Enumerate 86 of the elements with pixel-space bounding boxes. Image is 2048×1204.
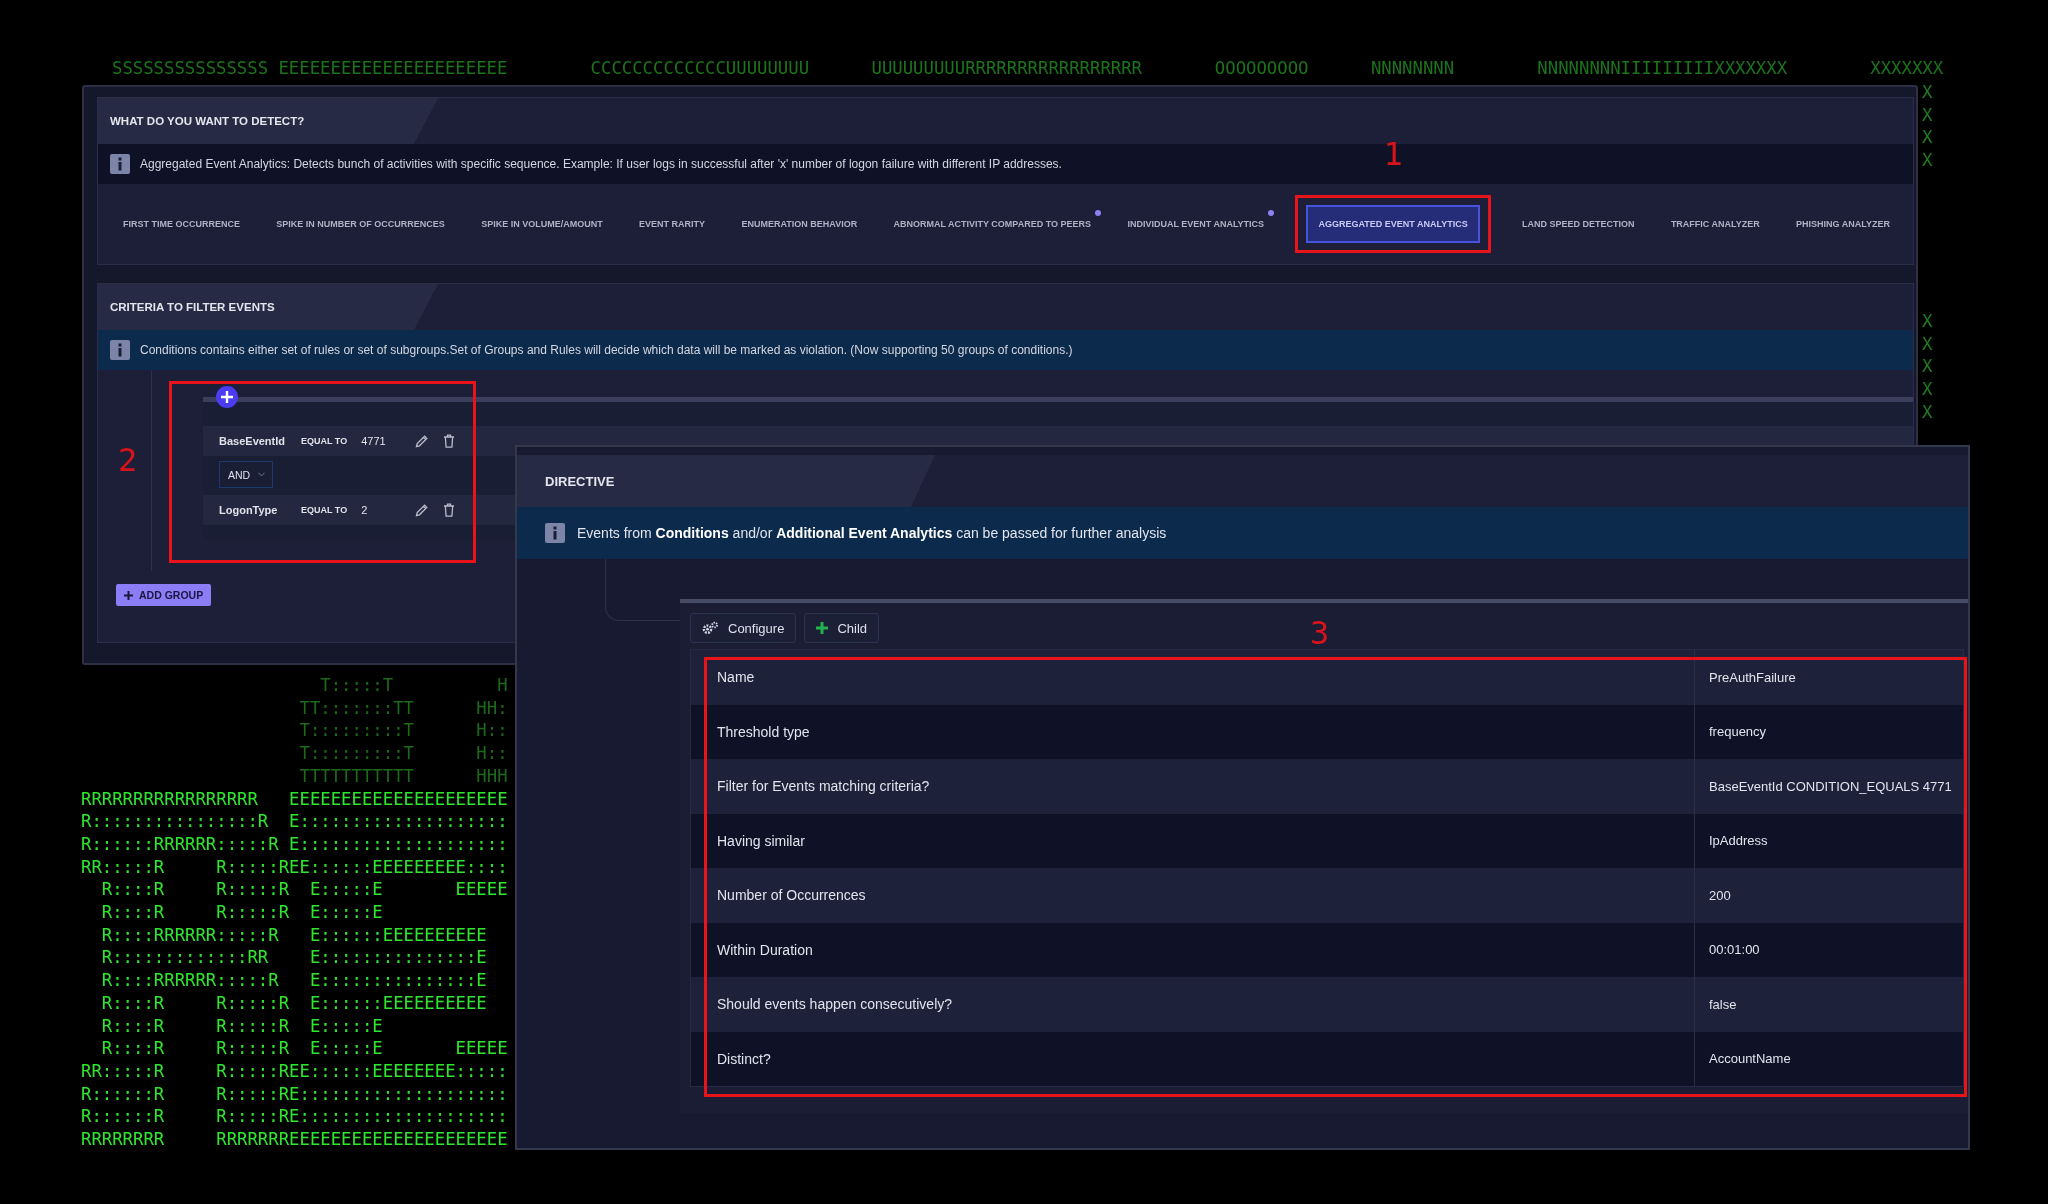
delete-icon[interactable] — [443, 503, 456, 517]
rule-value: 2 — [361, 504, 369, 516]
table-cell: PreAuthFailure — [1694, 650, 1963, 705]
add-group-button[interactable]: ADD GROUP — [116, 584, 212, 606]
tab[interactable]: SPIKE IN NUMBER OF OCCURRENCES — [271, 207, 450, 241]
logic-dropdown[interactable]: AND — [219, 461, 273, 488]
tab[interactable]: FIRST TIME OCCURRENCE — [118, 207, 245, 241]
table-cell-text: Name — [716, 668, 756, 688]
edit-icon[interactable] — [415, 503, 430, 517]
info-text: Events from Conditions and/or Additional Event Analytics can be passed for further analysis — [577, 525, 1167, 541]
table-cell: 200 — [1694, 868, 1963, 923]
ascii-art-line: X — [1922, 378, 1933, 401]
table-cell-text: Number of Occurrences — [716, 886, 867, 906]
ascii-art-line: R::::RRRRRR:::::R E:::::::::::::::E — [100, 969, 487, 992]
ascii-art-line: TTTTTTTTTTT HHH — [298, 764, 508, 788]
ascii-art-line: X — [1922, 149, 1933, 172]
tab[interactable]: ENUMERATION BEHAVIOR — [736, 207, 863, 241]
info-text: Aggregated Event Analytics: Detects bunch of activities with specific sequence. Example: If user logs in successful after 'x' number of logon failure with different IP addresses. — [140, 157, 1062, 171]
table-cell: false — [1694, 977, 1963, 1032]
info-icon — [110, 340, 130, 360]
callout-number: 2 — [118, 444, 138, 476]
ascii-art-line: R::::::R R:::::RE:::::::::::::::::::: — [81, 1105, 508, 1129]
table-cell-text: Filter for Events matching criteria? — [716, 777, 931, 797]
table-cell-text: Should events happen consecutively? — [716, 995, 954, 1015]
rule-operator: EQUAL TO — [301, 436, 348, 446]
ascii-art-line: R::::::R R:::::RE:::::::::::::::::::: — [81, 1082, 508, 1106]
ascii-art-line: X — [1922, 103, 1933, 127]
ascii-art-line: R::::R R:::::R E:::::E EEEEE — [100, 1037, 508, 1060]
section-title: DIRECTIVE — [517, 455, 935, 507]
info-icon — [545, 523, 565, 543]
ascii-art-line: R::::RRRRRR:::::R E::::::EEEEEEEEEE — [100, 923, 487, 947]
rule-field: BaseEventId — [219, 435, 287, 447]
ascii-art-line: T:::::::::T H:: — [298, 719, 508, 743]
ascii-art-line: RR:::::R R:::::REE::::::EEEEEEEEE:::: — [81, 855, 508, 879]
tab[interactable]: SPIKE IN VOLUME/AMOUNT — [476, 207, 608, 241]
table-cell-text: Distinct? — [716, 1049, 772, 1069]
info-text: Conditions contains either set of rules or set of subgroups.Set of Groups and Rules will decide which data will be marked as violation. (Now supporting 50 groups of conditions.) — [140, 343, 1073, 357]
table-cell-text: Having similar — [716, 831, 806, 851]
ascii-art-line: X — [1922, 400, 1933, 424]
ascii-art-line: RRRRRRRR RRRRRRREEEEEEEEEEEEEEEEEEEEE — [81, 1128, 508, 1151]
section-title: WHAT DO YOU WANT TO DETECT? — [98, 98, 438, 144]
ascii-art-line: X — [1922, 310, 1933, 333]
edit-icon[interactable] — [415, 434, 430, 448]
toolbar-button[interactable]: Configure — [690, 613, 797, 643]
plus-icon — [816, 622, 829, 634]
section-title: CRITERIA TO FILTER EVENTS — [98, 284, 438, 330]
ascii-art-line: R::::R R:::::R E:::::E EEEEE — [100, 878, 508, 902]
add-rule-button[interactable] — [216, 386, 238, 408]
ascii-art-line: R::::::RRRRRR:::::R E:::::::::::::::::::: — [81, 832, 508, 856]
ascii-art-line: X — [1922, 332, 1933, 356]
ascii-art-line: T:::::T H — [319, 674, 508, 697]
ascii-art-line: R::::R R:::::R E:::::E — [100, 1014, 383, 1038]
table-cell: BaseEventId CONDITION_EQUALS 4771 — [1694, 759, 1963, 814]
tab[interactable]: INDIVIDUAL EVENT ANALYTICS — [1122, 207, 1270, 241]
ascii-art-line: R::::R R:::::R E::::::EEEEEEEEEE — [100, 991, 487, 1015]
tab[interactable]: LAND SPEED DETECTION — [1517, 207, 1640, 241]
info-icon — [110, 154, 130, 174]
plus-icon — [124, 590, 133, 600]
ascii-art-line: T:::::::::T H:: — [298, 742, 508, 765]
rule-operator: EQUAL TO — [301, 505, 348, 515]
tab[interactable]: ABNORMAL ACTIVITY COMPARED TO PEERS — [888, 207, 1097, 241]
ascii-art-line: R::::::::::::::::R E:::::::::::::::::::: — [81, 810, 508, 833]
ascii-art-line: RR:::::R R:::::REE::::::EEEEEEEE::::: — [81, 1059, 508, 1083]
ascii-art-line: RRRRRRRRRRRRRRRRR EEEEEEEEEEEEEEEEEEEEE — [81, 787, 508, 811]
callout-number: 3 — [1310, 617, 1330, 649]
toolbar-button[interactable]: Child — [804, 613, 879, 643]
tab[interactable]: PHISHING ANALYZER — [1791, 207, 1895, 241]
ascii-art-line: X — [1922, 126, 1933, 150]
tab[interactable]: EVENT RARITY — [634, 207, 711, 241]
caret-icon — [258, 472, 266, 477]
rule-field: LogonType — [219, 504, 287, 516]
table-cell: AccountName — [1694, 1031, 1963, 1086]
ascii-art-line: X — [1922, 355, 1933, 379]
tab[interactable]: AGGREGATED EVENT ANALYTICS — [1306, 205, 1480, 243]
ascii-art-line: X — [1922, 81, 1933, 104]
tab[interactable]: TRAFFIC ANALYZER — [1665, 207, 1765, 241]
ascii-art-line: R::::R R:::::R E:::::E — [100, 901, 383, 924]
rule-value: 4771 — [361, 435, 387, 447]
ascii-art-line: SSSSSSSSSSSSSSS EEEEEEEEEEEEEEEEEEEEEE CCCCCCCCCCCCCUUUUUUUU UUUUUUUUURRRRRRRRRRRRRRRRR OOOOOOOOO NNNNNNNN NNNNNNNNIIIIIIIIIXXXXXXX XXXXXXX — [112, 57, 1944, 80]
callout-number: 1 — [1383, 138, 1403, 170]
delete-icon[interactable] — [443, 434, 456, 448]
table-cell-text: Threshold type — [716, 722, 811, 742]
gear-icon — [702, 621, 719, 635]
ascii-art-line: TT:::::::TT HH: — [298, 696, 508, 720]
table-cell-text: Within Duration — [716, 940, 814, 960]
ascii-art-line: R:::::::::::::RR E:::::::::::::::E — [100, 946, 487, 970]
